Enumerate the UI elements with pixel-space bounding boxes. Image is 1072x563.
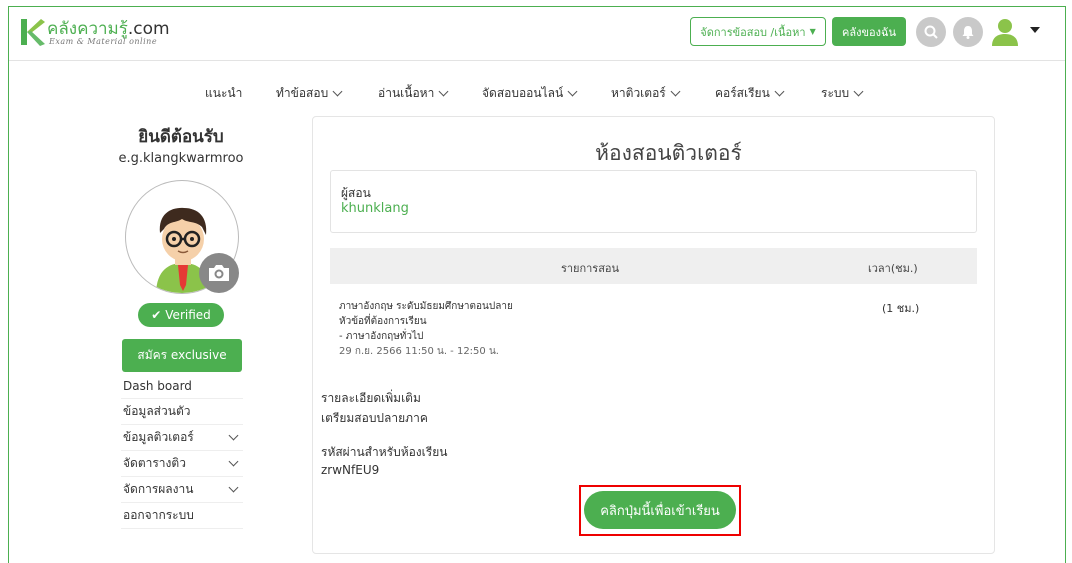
logo-tagline: Exam & Material online <box>49 37 158 46</box>
enter-class-button[interactable]: คลิกปุ่มนี้เพื่อเข้าเรียน <box>584 491 736 529</box>
user-menu-button[interactable] <box>990 17 1020 47</box>
lesson-topic: - ภาษาอังกฤษทั่วไป <box>339 331 424 342</box>
sidebar-item-works[interactable]: จัดการผลงาน <box>121 477 243 503</box>
verified-label: Verified <box>165 308 211 322</box>
detail-label: รายละเอียดเพิ่มเติม <box>321 391 421 405</box>
lesson-datetime: 29 ก.ย. 2566 11:50 น. - 12:50 น. <box>339 346 499 357</box>
search-icon <box>924 25 938 39</box>
nav-item-read[interactable]: อ่านเนื้อหา <box>378 84 449 103</box>
lesson-table-header: รายการสอน เวลา(ชม.) <box>330 248 977 284</box>
chevron-down-icon <box>670 86 681 97</box>
chevron-down-icon <box>228 482 239 493</box>
sidebar-menu: Dash board ข้อมูลส่วนตัว ข้อมูลติวเตอร์ … <box>121 373 243 529</box>
sidebar-item-tutor-info[interactable]: ข้อมูลติวเตอร์ <box>121 425 243 451</box>
sidebar-item-logout[interactable]: ออกจากระบบ <box>121 503 243 529</box>
table-row: ภาษาอังกฤษ ระดับมัธยมศึกษาตอนปลาย หัวข้อ… <box>339 299 513 359</box>
nav-item-exam[interactable]: ทำข้อสอบ <box>276 84 343 103</box>
verified-badge: ✔ Verified <box>138 303 224 327</box>
sidebar-item-profile[interactable]: ข้อมูลส่วนตัว <box>121 399 243 425</box>
exclusive-signup-button[interactable]: สมัคร exclusive <box>122 339 242 372</box>
site-logo[interactable]: คลังความรู้.com Exam & Material online <box>19 15 219 55</box>
tutor-room-card: ห้องสอนติวเตอร์ ผู้สอน khunklang รายการส… <box>312 116 995 554</box>
welcome-heading: ยินดีต้อนรับ <box>138 127 224 147</box>
teacher-name-link[interactable]: khunklang <box>341 201 409 216</box>
col-time: เวลา(ชม.) <box>868 262 918 275</box>
my-library-button[interactable]: คลังของฉัน <box>832 17 906 46</box>
caret-down-icon: ▼ <box>809 27 816 36</box>
notification-button[interactable] <box>953 17 983 47</box>
detail-value: เตรียมสอบปลายภาค <box>321 411 428 425</box>
chevron-down-icon <box>332 86 343 97</box>
camera-icon <box>209 265 229 281</box>
nav-item-system[interactable]: ระบบ <box>821 84 864 103</box>
nav-item-course[interactable]: คอร์สเรียน <box>715 84 785 103</box>
nav-item-intro[interactable]: แนะนำ <box>205 84 242 103</box>
chevron-down-icon <box>438 86 449 97</box>
manage-content-label: จัดการข้อสอบ /เนื้อหา <box>700 25 806 39</box>
chevron-down-icon <box>853 86 864 97</box>
manage-content-dropdown[interactable]: จัดการข้อสอบ /เนื้อหา ▼ <box>690 17 826 46</box>
app-frame: คลังความรู้.com Exam & Material online จ… <box>8 6 1066 563</box>
lesson-duration: (1 ชม.) <box>882 302 920 315</box>
change-avatar-button[interactable] <box>199 253 239 293</box>
search-button[interactable] <box>916 17 946 47</box>
nav-item-online-exam[interactable]: จัดสอบออนไลน์ <box>482 84 578 103</box>
user-icon <box>992 19 1018 46</box>
chevron-down-icon <box>228 456 239 467</box>
header: คลังความรู้.com Exam & Material online จ… <box>9 7 1065 61</box>
chevron-down-icon <box>567 86 578 97</box>
col-lesson-list: รายการสอน <box>560 262 620 275</box>
teacher-box: ผู้สอน khunklang <box>330 170 977 233</box>
user-email: e.g.klangkwarmroo <box>118 151 244 166</box>
chevron-down-icon <box>228 430 239 441</box>
caret-down-icon[interactable] <box>1030 27 1040 33</box>
main-nav: แนะนำ ทำข้อสอบ อ่านเนื้อหา จัดสอบออนไลน์… <box>9 62 1065 118</box>
sidebar-item-dashboard[interactable]: Dash board <box>121 373 243 399</box>
check-icon: ✔ <box>151 308 162 322</box>
logo-k-icon <box>21 19 45 46</box>
sidebar-item-schedule[interactable]: จัดตารางติว <box>121 451 243 477</box>
chevron-down-icon <box>774 86 785 97</box>
lesson-subject: ภาษาอังกฤษ ระดับมัธยมศึกษาตอนปลาย <box>339 301 513 312</box>
bell-icon <box>962 26 974 39</box>
nav-item-tutor[interactable]: หาติวเตอร์ <box>611 84 681 103</box>
page-title: ห้องสอนติวเตอร์ <box>595 141 742 165</box>
lesson-topic-label: หัวข้อที่ต้องการเรียน <box>339 316 427 327</box>
passcode-value: zrwNfEU9 <box>321 463 380 477</box>
passcode-label: รหัสผ่านสำหรับห้องเรียน <box>321 445 448 459</box>
